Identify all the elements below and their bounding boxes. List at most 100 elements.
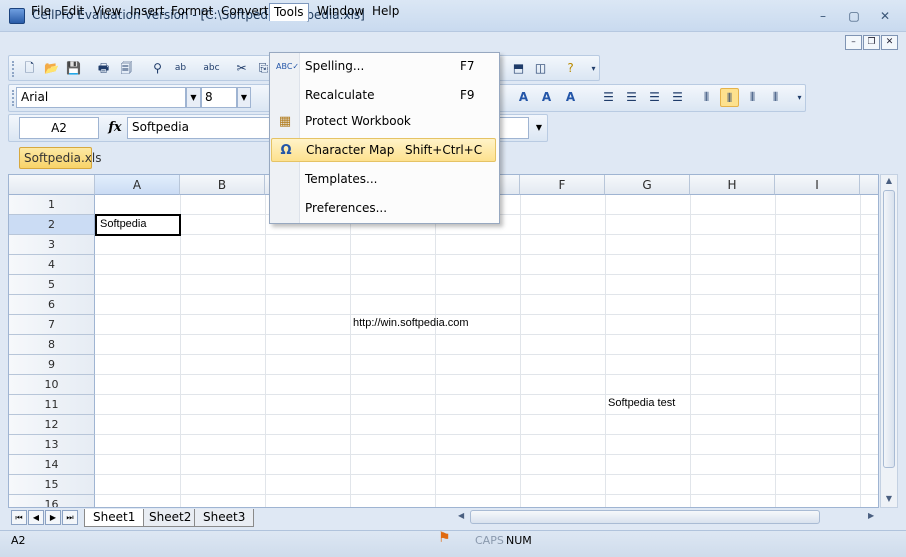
find-icon[interactable]: ⚲ [148,59,167,78]
row-header[interactable]: 7 [9,315,95,335]
open-icon[interactable]: 📂 [42,59,61,78]
split-vertical-icon[interactable]: ◫ [531,59,550,78]
justify-icon[interactable]: ☰ [668,88,687,107]
row-header[interactable]: 1 [9,195,95,215]
menu-insert[interactable]: Insert [126,3,168,21]
row-header[interactable]: 4 [9,255,95,275]
menu-view[interactable]: View [89,3,125,21]
menu-item-preferences[interactable]: Preferences... [271,197,496,221]
font-size-dropdown-arrow-icon[interactable]: ▼ [237,87,251,108]
corner-select-all[interactable] [9,175,95,195]
font-size-input[interactable]: 8 [201,87,237,108]
toolbar-grip[interactable] [12,61,15,77]
next-sheet-icon[interactable]: ▶ [45,510,61,525]
toolbar-grip[interactable] [12,90,15,106]
menu-tools[interactable]: Tools [269,3,309,21]
replace-icon[interactable]: ab [171,59,190,78]
menu-file[interactable]: File [27,3,55,21]
row-header[interactable]: 12 [9,415,95,435]
row-header[interactable]: 13 [9,435,95,455]
spellcheck-icon[interactable]: abc [202,59,221,78]
valign-justify-icon[interactable]: ⦀ [766,88,785,107]
row-header[interactable]: 9 [9,355,95,375]
menu-item-protect-workbook[interactable]: ▦ Protect Workbook [271,110,496,134]
maximize-button[interactable]: ▢ [843,8,865,24]
menu-format[interactable]: Format [167,3,217,21]
column-header-j[interactable] [860,175,878,195]
vertical-scroll-thumb[interactable] [883,190,895,468]
column-header-a[interactable]: A [95,175,180,195]
gridline [95,314,878,315]
print-icon[interactable]: 🖶 [94,59,113,78]
cell-g11[interactable]: Softpedia test [608,397,675,409]
minimize-button[interactable]: – [812,8,834,24]
font-grow-icon[interactable]: A [514,88,533,107]
row-header[interactable]: 8 [9,335,95,355]
column-header-g[interactable]: G [605,175,690,195]
gridline [605,195,606,507]
column-header-i[interactable]: I [775,175,860,195]
menu-item-spelling[interactable]: ABC✓ Spelling... F7 [271,55,496,79]
scroll-right-icon[interactable]: ▶ [868,511,874,520]
scroll-up-icon[interactable]: ▲ [882,176,896,188]
menu-edit[interactable]: Edit [57,3,88,21]
document-tab[interactable]: Softpedia.xls [19,147,101,169]
column-header-f[interactable]: F [520,175,605,195]
sheet-tab-1[interactable]: Sheet1 [84,509,145,527]
row-header[interactable]: 16 [9,495,95,507]
row-header[interactable]: 6 [9,295,95,315]
print-preview-icon[interactable]: 🗐 [117,59,136,78]
toolbar-overflow-icon[interactable]: ▾ [790,88,809,107]
close-button[interactable]: ✕ [874,8,896,24]
row-header[interactable]: 5 [9,275,95,295]
cut-icon[interactable]: ✂ [232,59,251,78]
column-header-h[interactable]: H [690,175,775,195]
cell-d7[interactable]: http://win.softpedia.com [353,317,469,329]
mdi-close-button[interactable]: ✕ [881,35,898,50]
scroll-left-icon[interactable]: ◀ [458,511,464,520]
row-header[interactable]: 11 [9,395,95,415]
cell-name-box[interactable]: A2 [19,117,99,139]
menu-item-recalculate[interactable]: Recalculate F9 [271,84,496,108]
align-left-icon[interactable]: ☰ [599,88,618,107]
align-center-icon[interactable]: ☰ [622,88,641,107]
font-case-icon[interactable]: A [561,88,580,107]
menu-item-templates[interactable]: Templates... [271,168,496,192]
mdi-minimize-button[interactable]: – [845,35,862,50]
row-header[interactable]: 10 [9,375,95,395]
toolbar-overflow-icon[interactable]: ▾ [584,59,603,78]
valign-top-icon[interactable]: ⦀ [697,88,716,107]
mdi-restore-button[interactable]: ❐ [863,35,880,50]
row-header[interactable]: 2 [9,215,95,235]
valign-middle-icon[interactable]: ⦀ [720,88,739,107]
first-sheet-icon[interactable]: ⏮ [11,510,27,525]
prev-sheet-icon[interactable]: ◀ [28,510,44,525]
menu-item-character-map[interactable]: Ω Character Map Shift+Ctrl+C [271,138,496,162]
split-horizontal-icon[interactable]: ⬒ [509,59,528,78]
sheet-tab-3[interactable]: Sheet3 [194,509,255,527]
row-header[interactable]: 15 [9,475,95,495]
font-dropdown-arrow-icon[interactable]: ▼ [186,87,201,108]
horizontal-scroll-thumb[interactable] [470,510,820,524]
row-header[interactable]: 3 [9,235,95,255]
function-icon[interactable]: fx [104,118,126,138]
align-right-icon[interactable]: ☰ [645,88,664,107]
spreadsheet-grid[interactable]: A B C D E F G H I 1 2 3 4 5 6 7 8 9 10 1… [8,174,879,508]
gridline [95,474,878,475]
cell-a2[interactable]: Softpedia [95,214,181,236]
font-name-input[interactable]: Arial [16,87,186,108]
last-sheet-icon[interactable]: ⏭ [62,510,78,525]
font-shrink-icon[interactable]: A [537,88,556,107]
sheet-tab-2[interactable]: Sheet2 [140,509,201,527]
menu-window[interactable]: Window [313,3,368,21]
valign-bottom-icon[interactable]: ⦀ [743,88,762,107]
help-icon[interactable]: ? [561,59,580,78]
menu-convert[interactable]: Convert [217,3,272,21]
formula-expand-icon[interactable]: ▼ [531,117,547,139]
scroll-down-icon[interactable]: ▼ [882,494,896,506]
menu-help[interactable]: Help [368,3,403,21]
new-icon[interactable]: 🗋 [20,59,39,78]
row-header[interactable]: 14 [9,455,95,475]
save-icon[interactable]: 💾 [64,59,83,78]
column-header-b[interactable]: B [180,175,265,195]
